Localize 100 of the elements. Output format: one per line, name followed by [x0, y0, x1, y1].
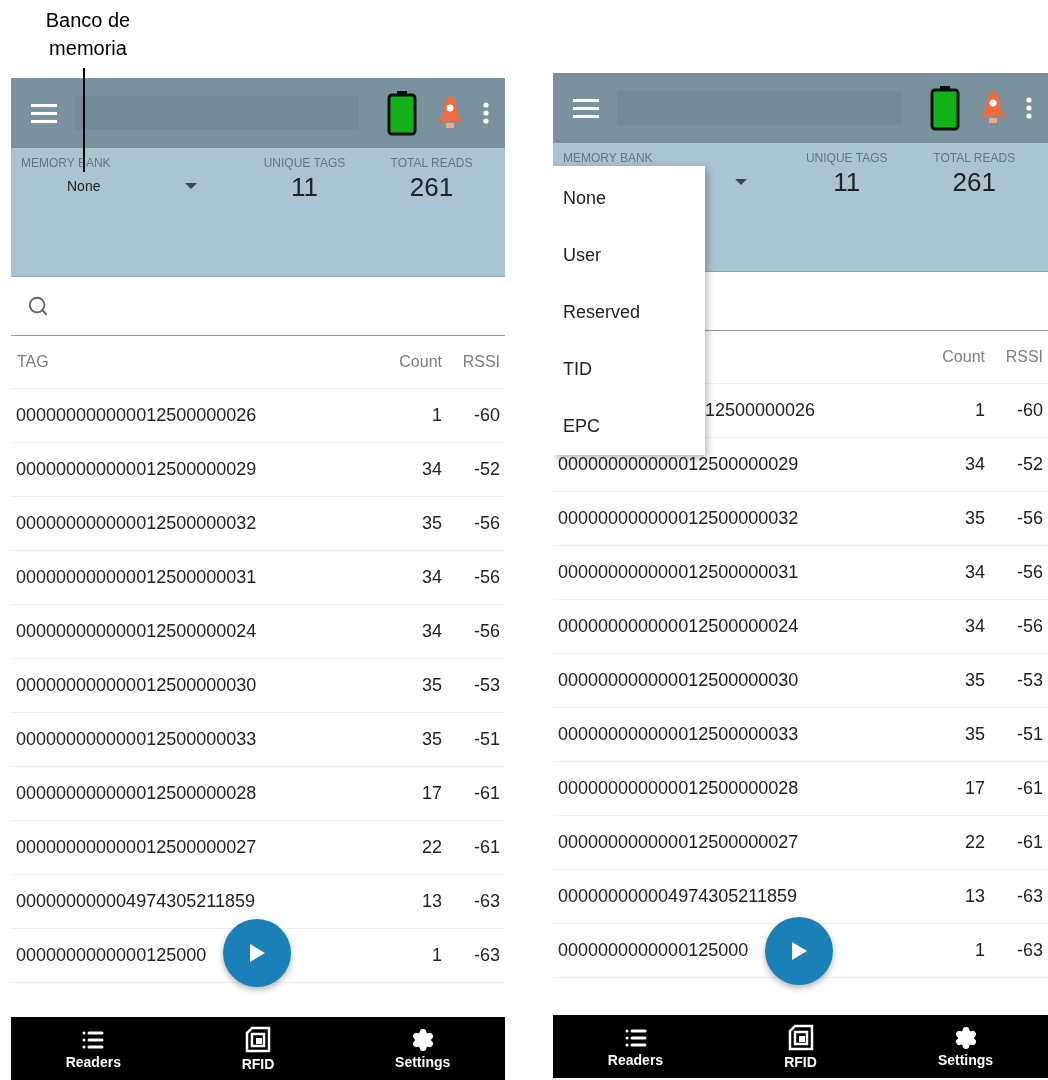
- rssi-cell: -51: [474, 729, 500, 749]
- count-cell: 1: [432, 945, 442, 965]
- tag-cell: 000000000004974305211859: [16, 891, 255, 911]
- nav-tab[interactable]: RFID: [718, 1015, 883, 1078]
- more-options-icon[interactable]: [1026, 97, 1032, 119]
- nav-tab[interactable]: RFID: [175, 1017, 341, 1080]
- count-cell: 13: [964, 886, 985, 906]
- rssi-cell: -56: [474, 513, 500, 533]
- count-cell: 34: [964, 562, 985, 582]
- count-cell: 35: [964, 670, 985, 690]
- chip-icon: [786, 1023, 815, 1052]
- rssi-cell: -52: [474, 459, 500, 479]
- rssi-cell: -63: [1017, 940, 1043, 960]
- tag-cell: 000000000000012500000033: [16, 729, 257, 749]
- nav-tab[interactable]: Readers: [11, 1017, 176, 1080]
- tag-cell: 000000000000012500000031: [558, 562, 799, 582]
- unique-tags-label: UNIQUE TAGS: [263, 156, 346, 170]
- count-cell: 34: [421, 567, 442, 587]
- column-header: RSSI: [1005, 348, 1043, 365]
- rssi-cell: -56: [1017, 562, 1043, 582]
- column-header: Count: [942, 348, 985, 365]
- tag-cell: 000000000000012500000027: [558, 832, 799, 852]
- tag-cell: 000000000000012500000024: [16, 621, 257, 641]
- caret-icon[interactable]: [735, 179, 747, 185]
- rssi-cell: -56: [474, 621, 500, 641]
- tag-cell: 0000000000000125000: [16, 945, 207, 965]
- count-cell: 1: [975, 940, 985, 960]
- count-cell: 35: [964, 724, 985, 744]
- count-cell: 1: [975, 400, 985, 420]
- count-cell: 13: [421, 891, 442, 911]
- count-cell: 35: [964, 508, 985, 528]
- menu-icon[interactable]: [31, 103, 57, 123]
- tag-cell: 000000000000012500000024: [558, 616, 799, 636]
- unique-tags-value: 11: [291, 172, 318, 203]
- rssi-cell: -63: [474, 945, 500, 965]
- annotation-label: Banco de memoria: [44, 8, 132, 61]
- tag-cell: 000000000000012500000026: [16, 405, 257, 425]
- rssi-cell: -60: [474, 405, 500, 425]
- battery-icon: [387, 90, 417, 136]
- unique-tags-label: UNIQUE TAGS: [805, 151, 888, 165]
- rssi-cell: -63: [1017, 886, 1043, 906]
- tag-cell: 000000000000012500000032: [558, 508, 799, 528]
- count-cell: 17: [421, 783, 442, 803]
- count-cell: 22: [964, 832, 985, 852]
- play-button[interactable]: [765, 917, 833, 985]
- search-icon[interactable]: [27, 295, 49, 317]
- menu-item[interactable]: None: [553, 170, 705, 227]
- count-cell: 35: [421, 729, 442, 749]
- rssi-cell: -53: [1017, 670, 1043, 690]
- count-cell: 22: [421, 837, 442, 857]
- nav-tab[interactable]: Readers: [553, 1015, 718, 1078]
- unique-tags-value: 11: [833, 167, 861, 198]
- settings-icon: [953, 1025, 978, 1050]
- menu-item[interactable]: User: [553, 227, 705, 284]
- count-cell: 34: [421, 621, 442, 641]
- rssi-cell: -56: [1017, 616, 1043, 636]
- nav-tab[interactable]: Settings: [340, 1017, 505, 1080]
- more-options-icon[interactable]: [483, 102, 489, 124]
- tag-cell: 000000000000012500000033: [558, 724, 799, 744]
- rssi-cell: -53: [474, 675, 500, 695]
- memory-bank-label: MEMORY BANK: [563, 151, 653, 165]
- memory-bank-dropdown[interactable]: None: [21, 178, 201, 194]
- nav-tab[interactable]: Settings: [883, 1015, 1048, 1078]
- tag-cell: 000000000000012500000032: [16, 513, 257, 533]
- rssi-cell: -60: [1017, 400, 1043, 420]
- tag-cell: 000000000000012500000031: [16, 567, 257, 587]
- rssi-cell: -61: [474, 837, 500, 857]
- menu-icon[interactable]: [573, 98, 599, 118]
- rssi-cell: -56: [1017, 508, 1043, 528]
- column-header: Count: [399, 353, 442, 370]
- rssi-cell: -61: [1017, 778, 1043, 798]
- menu-item[interactable]: EPC: [553, 398, 705, 455]
- tag-cell: 000000000000012500000028: [16, 783, 257, 803]
- count-cell: 17: [964, 778, 985, 798]
- battery-icon: [930, 85, 960, 131]
- play-icon: [790, 941, 808, 961]
- count-cell: 34: [964, 454, 985, 474]
- tag-cell: 000000000000012500000030: [16, 675, 257, 695]
- column-header: RSSI: [462, 353, 500, 370]
- tag-cell: 000000000004974305211859: [558, 886, 797, 906]
- rssi-cell: -63: [474, 891, 500, 911]
- caret-icon: [185, 183, 197, 189]
- tag-cell: 000000000000012500000029: [558, 454, 799, 474]
- play-button[interactable]: [223, 919, 291, 987]
- rssi-cell: -61: [474, 783, 500, 803]
- rssi-cell: -52: [1017, 454, 1043, 474]
- count-cell: 34: [421, 459, 442, 479]
- tag-cell: 000000000000012500000029: [16, 459, 257, 479]
- count-cell: 34: [964, 616, 985, 636]
- rssi-cell: -61: [1017, 832, 1043, 852]
- total-reads-value: 261: [409, 172, 454, 203]
- menu-item[interactable]: Reserved: [553, 284, 705, 341]
- rssi-cell: -51: [1017, 724, 1043, 744]
- play-icon: [248, 943, 266, 963]
- column-header: TAG: [17, 353, 49, 370]
- tag-cell: 0000000000000125000: [558, 940, 749, 960]
- rssi-cell: -56: [474, 567, 500, 587]
- menu-item[interactable]: TID: [553, 341, 705, 398]
- tag-cell: 12500000026: [705, 400, 816, 420]
- settings-icon: [410, 1027, 435, 1052]
